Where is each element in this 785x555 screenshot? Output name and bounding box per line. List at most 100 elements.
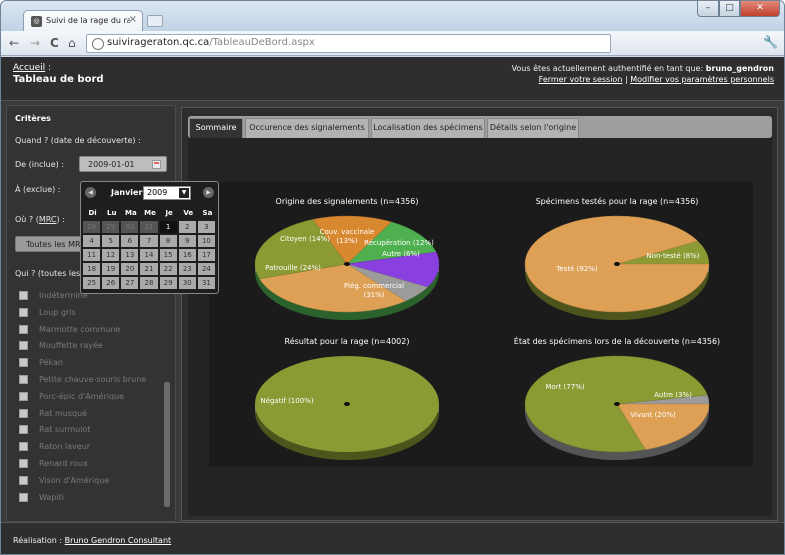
logout-link[interactable]: Fermer votre session [539, 75, 623, 84]
species-checkbox[interactable] [19, 442, 28, 452]
calendar-day[interactable]: 20 [121, 263, 139, 275]
species-label: Rat musqué [39, 408, 88, 418]
weekday-label: Sa [202, 209, 213, 217]
species-checkbox[interactable] [19, 375, 28, 384]
calendar-day[interactable]: 31 [197, 277, 215, 289]
username: bruno_gendron [705, 64, 774, 73]
back-button[interactable]: ← [9, 36, 19, 50]
species-checkbox[interactable] [19, 475, 28, 485]
browser-window: ◎ Suivi de la rage du raton l... × – □ ✕… [0, 0, 785, 555]
slice-label: Négatif (100%) [260, 397, 313, 405]
settings-link[interactable]: Modifier vos paramètres personnels [630, 75, 774, 84]
slice-label: Récupération (12%) [364, 239, 434, 247]
calendar-day[interactable]: 22 [159, 263, 177, 275]
species-label: Renard roux [39, 459, 88, 468]
chart-title: Spécimens testés pour la rage (n=4356) [536, 196, 699, 206]
pie-center [344, 402, 350, 406]
calendar-day[interactable]: 3 [197, 221, 215, 233]
footer-credit-link[interactable]: Bruno Gendron Consultant [65, 536, 172, 545]
address-bar[interactable]: suivirageraton.qc.ca/TableauDeBord.aspx [86, 34, 611, 53]
tab-close-icon[interactable]: × [129, 14, 137, 25]
species-label: Vison d'Amérique [39, 475, 110, 485]
tab-localisation[interactable]: Localisation des spécimens [371, 118, 485, 138]
new-tab-button[interactable] [147, 15, 163, 27]
weekday-label: Di [88, 209, 97, 217]
globe-icon [92, 38, 104, 50]
species-checkbox[interactable] [19, 307, 28, 317]
calendar-day[interactable]: 9 [178, 235, 196, 247]
calendar-day[interactable]: 25 [83, 277, 101, 289]
close-window-button[interactable]: ✕ [740, 1, 780, 17]
reload-button[interactable]: C [50, 36, 59, 50]
calendar-day[interactable]: 15 [159, 249, 177, 261]
species-checkbox[interactable] [19, 425, 28, 435]
wrench-icon[interactable]: 🔧 [763, 35, 778, 49]
calendar-day[interactable]: 29 [159, 277, 177, 289]
calendar-day[interactable]: 5 [102, 235, 120, 247]
calendar-icon[interactable] [152, 160, 161, 169]
calendar-day[interactable]: 7 [140, 235, 158, 247]
calendar-day[interactable]: 6 [121, 235, 139, 247]
calendar-day[interactable]: 28 [83, 221, 101, 233]
minimize-button[interactable]: – [697, 1, 719, 17]
next-month-icon[interactable]: ▶ [203, 187, 214, 198]
calendar-day[interactable]: 24 [197, 263, 215, 275]
calendar-day[interactable]: 2 [178, 221, 196, 233]
calendar-day[interactable]: 1 [159, 221, 177, 233]
species-checkbox[interactable] [19, 324, 28, 334]
slice-label: Autre (3%) [654, 391, 692, 399]
calendar-day[interactable]: 26 [102, 277, 120, 289]
calendar-day[interactable]: 30 [178, 277, 196, 289]
species-label: Marmotte commune [39, 324, 121, 334]
calendar-day[interactable]: 27 [121, 277, 139, 289]
maximize-button[interactable]: □ [719, 1, 740, 17]
calendar-day[interactable]: 13 [121, 249, 139, 261]
home-button[interactable]: ⌂ [68, 36, 76, 50]
calendar-day[interactable]: 8 [159, 235, 177, 247]
species-label: Petite chauve-souris brune [39, 375, 147, 384]
calendar-day[interactable]: 31 [140, 221, 158, 233]
calendar-day[interactable]: 29 [102, 221, 120, 233]
dashboard-panel: Sommaire Occurence des signalements Loca… [181, 107, 778, 521]
tab-sommaire[interactable]: Sommaire [189, 118, 243, 138]
calendar-day[interactable]: 21 [140, 263, 158, 275]
forward-button[interactable]: → [30, 36, 40, 50]
prev-month-icon[interactable]: ◀ [85, 187, 96, 198]
weekday-label: Ma [125, 209, 137, 217]
species-scrollbar[interactable] [164, 382, 170, 507]
calendar-day[interactable]: 19 [102, 263, 120, 275]
calendar-day[interactable]: 18 [83, 263, 101, 275]
species-checkbox[interactable] [19, 492, 28, 502]
slice-label: Mort (77%) [545, 383, 584, 391]
calendar-day[interactable]: 28 [140, 277, 158, 289]
species-label: Porc-épic d'Amérique [39, 391, 125, 401]
browser-tab[interactable]: ◎ Suivi de la rage du raton l... × [23, 10, 143, 32]
species-checkbox[interactable] [19, 358, 28, 368]
calendar-day[interactable]: 11 [83, 249, 101, 261]
calendar-day[interactable]: 12 [102, 249, 120, 261]
web-page: Accueil : Tableau de bord Vous êtes actu… [1, 57, 784, 554]
tab-occurence[interactable]: Occurence des signalements [245, 118, 369, 138]
species-checkbox[interactable] [19, 391, 28, 401]
slice-label: Patrouille (24%) [265, 264, 321, 272]
calendar-day[interactable]: 30 [121, 221, 139, 233]
species-checkbox[interactable] [19, 408, 28, 418]
calendar-day[interactable]: 14 [140, 249, 158, 261]
calendar-day[interactable]: 10 [197, 235, 215, 247]
species-label: Loup gris [39, 307, 76, 317]
species-checkbox[interactable] [19, 459, 28, 468]
calendar-day[interactable]: 17 [197, 249, 215, 261]
species-checkbox[interactable] [19, 341, 28, 351]
species-checkbox[interactable] [19, 291, 28, 300]
calendar-day[interactable]: 4 [83, 235, 101, 247]
slice-label: Vivant (20%) [630, 411, 676, 419]
breadcrumb-home-link[interactable]: Accueil [13, 63, 45, 73]
calendar-day[interactable]: 23 [178, 263, 196, 275]
from-date-input[interactable]: 2009-01-01 [79, 156, 167, 172]
year-select[interactable]: 2009 ▼ [143, 186, 191, 200]
mrc-select[interactable]: Toutes les MRC [15, 236, 85, 252]
species-label: Rat surmulot [39, 425, 91, 435]
calendar-grid: Di Lu Ma Me Je Ve Sa 28 29 30 31 1 2 3 4 5 6 7 8 9 10 11 12 13 1… [83, 205, 217, 291]
calendar-day[interactable]: 16 [178, 249, 196, 261]
tab-details-origine[interactable]: Détails selon l'origine [487, 118, 579, 138]
